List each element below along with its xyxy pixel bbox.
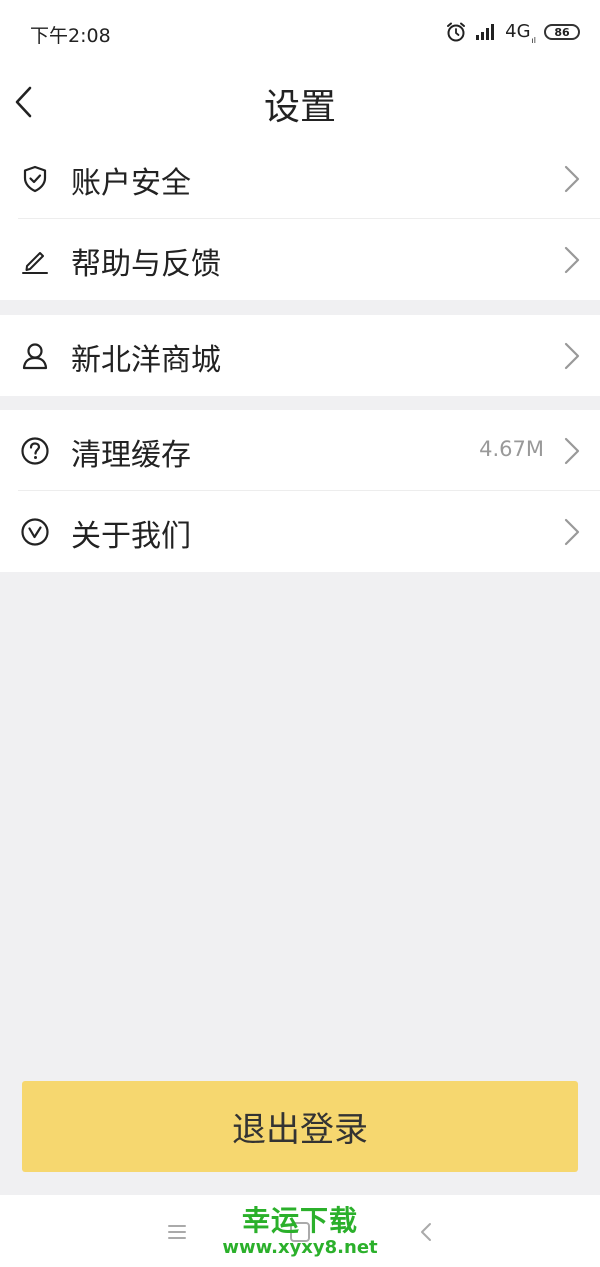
person-icon bbox=[22, 343, 48, 370]
home-square-icon bbox=[290, 1222, 310, 1242]
chevron-right-icon bbox=[564, 165, 580, 193]
check-circle-icon bbox=[21, 518, 49, 546]
settings-item-label: 新北洋商城 bbox=[71, 343, 221, 378]
settings-item-label: 账户安全 bbox=[71, 166, 191, 201]
status-indicators: 4Gıl 86 bbox=[445, 19, 580, 45]
settings-item-account-security[interactable]: 账户安全 bbox=[0, 138, 600, 219]
status-time: 下午2:08 bbox=[30, 25, 111, 47]
settings-item-label: 关于我们 bbox=[71, 519, 191, 554]
settings-item-clear-cache[interactable]: 清理缓存 4.67M bbox=[0, 410, 600, 491]
settings-item-help-feedback[interactable]: 帮助与反馈 bbox=[0, 218, 600, 300]
back-arrow-icon bbox=[421, 1223, 431, 1241]
home-button[interactable] bbox=[285, 1217, 315, 1247]
system-nav-bar bbox=[0, 1195, 600, 1267]
system-back-button[interactable] bbox=[412, 1217, 442, 1247]
pencil-icon bbox=[22, 252, 48, 274]
settings-item-shop[interactable]: 新北洋商城 bbox=[0, 315, 600, 396]
page-title: 设置 bbox=[263, 87, 336, 128]
settings-group-account: 账户安全 帮助与反馈 bbox=[0, 138, 600, 300]
chevron-right-icon bbox=[564, 342, 580, 370]
settings-group-shop: 新北洋商城 bbox=[0, 315, 600, 396]
settings-item-label: 帮助与反馈 bbox=[71, 247, 221, 282]
settings-group-misc: 清理缓存 4.67M 关于我们 bbox=[0, 410, 600, 572]
divider bbox=[18, 490, 600, 491]
logout-label: 退出登录 bbox=[232, 1110, 368, 1150]
chevron-right-icon bbox=[564, 518, 580, 546]
logout-button[interactable]: 退出登录 bbox=[22, 1081, 578, 1172]
network-sub: ıl bbox=[531, 36, 536, 46]
divider bbox=[18, 218, 600, 219]
status-bar: 下午2:08 4Gıl 86 bbox=[0, 0, 600, 66]
menu-button[interactable] bbox=[162, 1217, 192, 1247]
header: 设置 bbox=[0, 66, 600, 138]
settings-item-label: 清理缓存 bbox=[71, 438, 191, 473]
battery-icon: 86 bbox=[544, 24, 580, 40]
network-type: 4Gıl bbox=[505, 20, 536, 46]
question-circle-icon bbox=[21, 437, 49, 465]
chevron-right-icon bbox=[564, 246, 580, 274]
battery-level: 86 bbox=[554, 25, 570, 39]
cache-size-value: 4.67M bbox=[479, 437, 544, 461]
menu-icon bbox=[168, 1225, 186, 1239]
chevron-right-icon bbox=[564, 437, 580, 465]
signal-icon bbox=[475, 23, 497, 41]
settings-item-about-us[interactable]: 关于我们 bbox=[0, 490, 600, 572]
shield-check-icon bbox=[23, 165, 47, 193]
network-label: 4G bbox=[505, 20, 531, 42]
alarm-icon bbox=[445, 21, 467, 43]
